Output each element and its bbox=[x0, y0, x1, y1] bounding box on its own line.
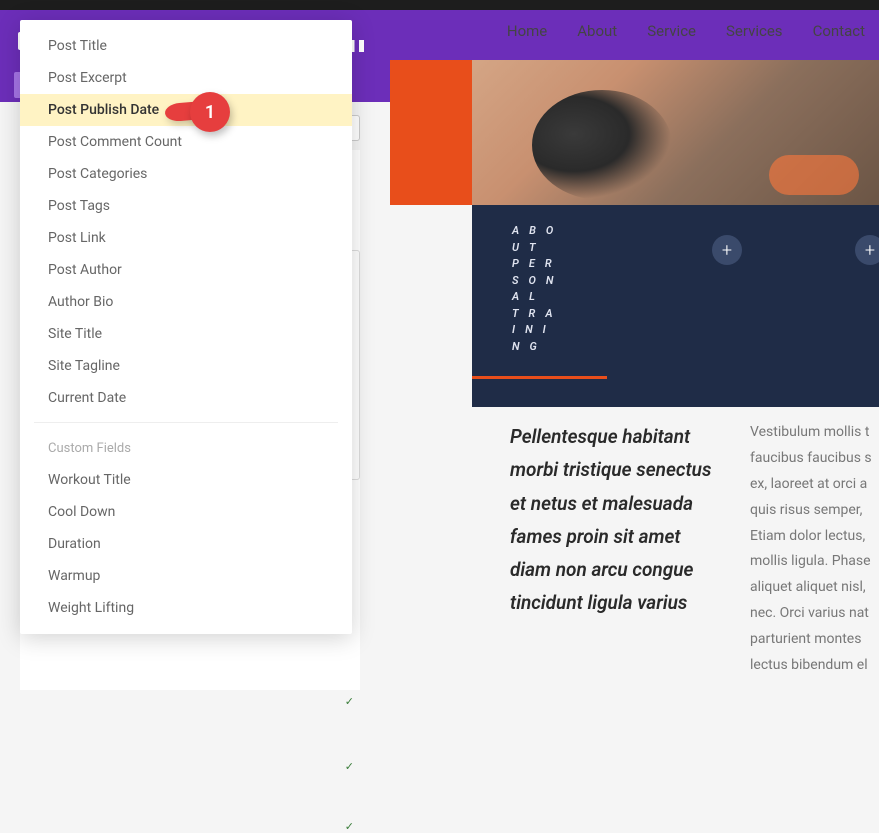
nav-services[interactable]: Services bbox=[726, 22, 783, 40]
dropdown-item-post-excerpt[interactable]: Post Excerpt bbox=[20, 62, 352, 94]
about-section: ABOUT PERSONAL TRAINING + + bbox=[472, 205, 879, 407]
intro-text: Pellentesque habitant morbi tristique se… bbox=[510, 420, 720, 679]
nav-contact[interactable]: Contact bbox=[813, 22, 865, 40]
dropdown-item-post-tags[interactable]: Post Tags bbox=[20, 190, 352, 222]
dropdown-item-weight-lifting[interactable]: Weight Lifting bbox=[20, 592, 352, 624]
check-icon: ✓ bbox=[345, 760, 354, 773]
nav-service[interactable]: Service bbox=[647, 22, 696, 40]
admin-bar bbox=[0, 0, 879, 10]
hero-accent-block bbox=[390, 60, 472, 205]
dropdown-item-post-author[interactable]: Post Author bbox=[20, 254, 352, 286]
add-module-button[interactable]: + bbox=[855, 235, 879, 265]
dropdown-item-current-date[interactable]: Current Date bbox=[20, 382, 352, 414]
accent-underline bbox=[472, 376, 607, 379]
dropdown-section-header: Custom Fields bbox=[20, 431, 352, 464]
dropdown-item-post-link[interactable]: Post Link bbox=[20, 222, 352, 254]
add-module-button[interactable]: + bbox=[712, 235, 742, 265]
check-icon: ✓ bbox=[345, 820, 354, 833]
callout-step-1: 1 bbox=[190, 92, 230, 132]
dropdown-item-warmup[interactable]: Warmup bbox=[20, 560, 352, 592]
content-columns: Pellentesque habitant morbi tristique se… bbox=[472, 420, 879, 679]
section-vertical-label: ABOUT PERSONAL TRAINING bbox=[512, 223, 572, 355]
dropdown-divider bbox=[34, 422, 338, 423]
layout-icon[interactable] bbox=[350, 40, 364, 52]
dropdown-item-post-comment-count[interactable]: Post Comment Count bbox=[20, 126, 352, 158]
dropdown-item-site-title[interactable]: Site Title bbox=[20, 318, 352, 350]
dropdown-item-post-title[interactable]: Post Title bbox=[20, 30, 352, 62]
site-nav: Home About Service Services Contact bbox=[507, 22, 879, 40]
nav-about[interactable]: About bbox=[577, 22, 617, 40]
dropdown-item-duration[interactable]: Duration bbox=[20, 528, 352, 560]
dropdown-item-cool-down[interactable]: Cool Down bbox=[20, 496, 352, 528]
dropdown-item-author-bio[interactable]: Author Bio bbox=[20, 286, 352, 318]
hero-image bbox=[472, 60, 879, 205]
body-text: Vestibulum mollis t faucibus faucibus s … bbox=[750, 420, 879, 679]
dropdown-item-post-categories[interactable]: Post Categories bbox=[20, 158, 352, 190]
check-icon: ✓ bbox=[345, 695, 354, 708]
nav-home[interactable]: Home bbox=[507, 22, 547, 40]
dropdown-item-site-tagline[interactable]: Site Tagline bbox=[20, 350, 352, 382]
dropdown-item-workout-title[interactable]: Workout Title bbox=[20, 464, 352, 496]
